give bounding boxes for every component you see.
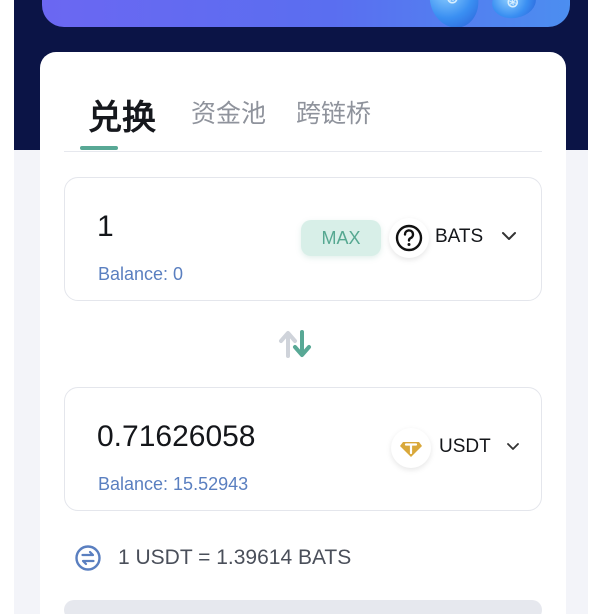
coin-icon: ⊛ [489,0,539,22]
promo-banner[interactable]: ⊛ ⊛ [42,0,570,27]
to-token-name: USDT [439,436,491,457]
exchange-rate-icon [74,544,102,572]
from-balance: Balance: 0 [98,264,184,284]
to-amount-output[interactable]: 0.71626058 [97,420,256,454]
to-token-selector[interactable]: USDT [391,424,541,472]
swap-submit-button[interactable] [64,600,542,614]
swap-arrows-icon[interactable] [276,328,316,360]
from-token-name: BATS [435,226,484,247]
exchange-rate-text: 1 USDT = 1.39614 BATS [118,546,352,569]
question-circle-icon [389,218,429,258]
tab-swap[interactable]: 兑换 [88,90,156,139]
to-token-panel: 0.71626058 Balance: 15.52943 USDT [64,387,542,511]
active-tab-indicator [80,146,118,150]
coin-icon: ⊛ [423,0,485,27]
from-token-panel: 1 Balance: 0 MAX BATS [64,177,542,301]
chevron-down-icon [499,226,519,246]
to-balance: Balance: 15.52943 [98,474,249,494]
tab-bar: 兑换 资金池 跨链桥 [64,90,542,152]
chevron-down-icon [503,436,523,456]
swap-card: 兑换 资金池 跨链桥 1 Balance: 0 MAX BATS 0.71626… [40,52,566,614]
tab-bridge[interactable]: 跨链桥 [296,94,371,130]
max-button[interactable]: MAX [301,220,381,256]
from-token-selector[interactable]: BATS [389,214,539,262]
from-amount-input[interactable]: 1 [97,210,114,244]
tab-pool[interactable]: 资金池 [191,94,266,130]
tether-icon [391,428,431,468]
